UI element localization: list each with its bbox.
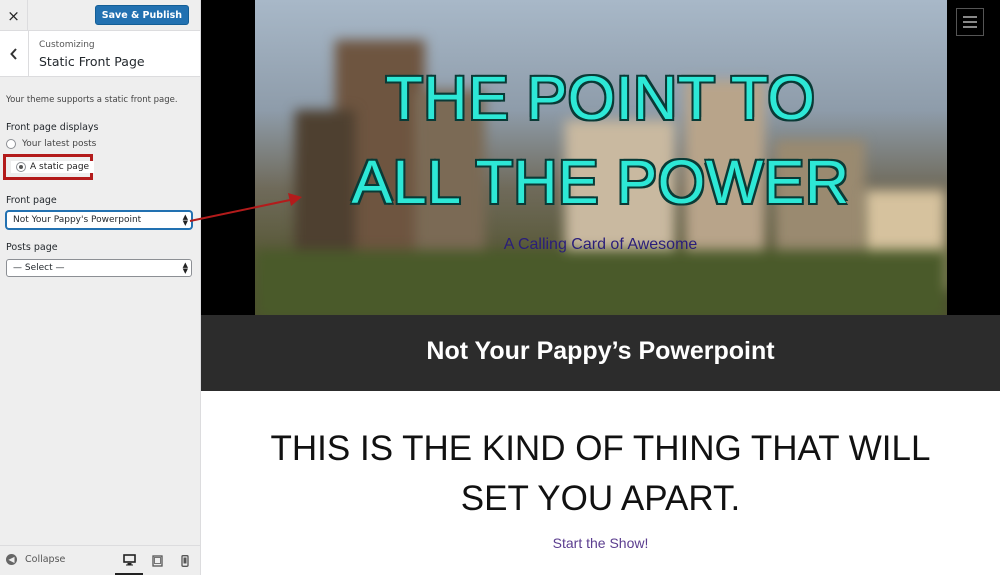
collapse-button[interactable]: ◀ Collapse	[6, 554, 65, 565]
collapse-arrow-icon: ◀	[6, 554, 17, 565]
site-preview: THE POINT TO ALL THE POWER A Calling Car…	[201, 0, 1000, 575]
posts-page-select-value: — Select —	[13, 263, 65, 273]
back-icon[interactable]	[0, 31, 29, 76]
customizer-sidebar: × Save & Publish Customizing Static Fron…	[0, 0, 201, 575]
hero-title-line-1: THE POINT TO	[385, 64, 816, 132]
customizer-header: × Save & Publish	[0, 0, 200, 31]
front-page-select-value: Not Your Pappy's Powerpoint	[13, 215, 142, 225]
front-page-select[interactable]: Not Your Pappy's Powerpoint ▲ ▼	[6, 211, 192, 229]
collapse-label: Collapse	[25, 554, 66, 565]
radio-latest-posts[interactable]: Your latest posts	[6, 139, 96, 149]
select-arrows-icon: ▲ ▼	[182, 213, 188, 227]
section-header: Customizing Static Front Page	[0, 31, 200, 77]
front-page-label: Front page	[6, 195, 57, 206]
hero-title-line-2: ALL THE POWER	[351, 148, 850, 216]
customizer-footer: ◀ Collapse	[0, 545, 200, 575]
posts-page-select[interactable]: — Select — ▲ ▼	[6, 259, 192, 277]
customizing-label: Customizing	[39, 40, 95, 50]
start-show-link[interactable]: Start the Show!	[201, 535, 1000, 551]
tablet-icon[interactable]	[143, 546, 171, 575]
mobile-icon[interactable]	[171, 546, 199, 575]
close-icon[interactable]: ×	[0, 0, 28, 31]
section-title: Static Front Page	[39, 54, 145, 69]
hero-subtitle: A Calling Card of Awesome	[503, 236, 698, 253]
radio-static-page-label: A static page	[30, 162, 90, 172]
radio-checked-icon[interactable]	[16, 162, 26, 172]
radio-icon[interactable]	[6, 139, 16, 149]
page-title: Not Your Pappy’s Powerpoint	[426, 337, 775, 365]
posts-page-label: Posts page	[6, 242, 58, 253]
page-title-band: Not Your Pappy’s Powerpoint	[201, 315, 1000, 391]
radio-static-page[interactable]: A static page	[11, 161, 95, 173]
save-publish-button[interactable]: Save & Publish	[94, 5, 189, 25]
menu-icon[interactable]	[956, 8, 984, 36]
hero-section: THE POINT TO ALL THE POWER A Calling Car…	[201, 0, 1000, 315]
highlight-box: A static page	[3, 154, 95, 180]
hero-title: THE POINT TO ALL THE POWER	[201, 56, 1000, 224]
select-arrows-icon: ▲ ▼	[182, 261, 188, 275]
content-heading: THIS IS THE KIND OF THING THAT WILL SET …	[270, 429, 931, 518]
section-description: Your theme supports a static front page.	[6, 95, 178, 105]
desktop-icon[interactable]	[115, 546, 143, 575]
radio-latest-posts-label: Your latest posts	[22, 139, 97, 149]
front-page-displays-label: Front page displays	[6, 122, 99, 133]
